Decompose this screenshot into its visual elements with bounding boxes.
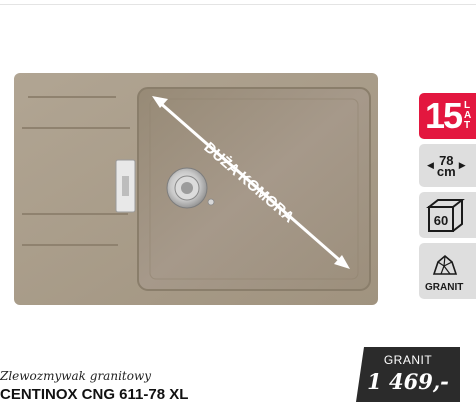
- granite-stone-icon: [432, 254, 458, 275]
- product-name: CENTINOX CNG 611-78 XL: [0, 386, 189, 403]
- warranty-number: 15: [425, 95, 463, 136]
- warranty-badge: 15 L A T: [419, 93, 476, 139]
- arrow-right-icon: ▶: [458, 160, 466, 170]
- arrow-left-icon: ◀: [427, 160, 434, 170]
- price-tag: GRANIT 1 469,-: [356, 347, 460, 402]
- price-material: GRANIT: [383, 353, 433, 367]
- material-label: GRANIT: [425, 282, 464, 293]
- cabinet-box-icon: 60: [426, 199, 465, 232]
- warranty-line: T: [464, 120, 471, 131]
- width-badge: ◀ 78 cm ▶: [419, 144, 476, 187]
- price-value: 1 469,-: [367, 369, 449, 394]
- width-unit: cm: [436, 163, 456, 179]
- product-type: Zlewozmywak granitowy: [0, 369, 152, 383]
- cabinet-value: 60: [434, 213, 448, 228]
- material-badge: GRANIT: [419, 243, 476, 299]
- cabinet-badge: 60: [419, 192, 476, 238]
- sink-image: DUŻA KOMORA: [14, 73, 378, 305]
- overflow-icon: [115, 159, 136, 213]
